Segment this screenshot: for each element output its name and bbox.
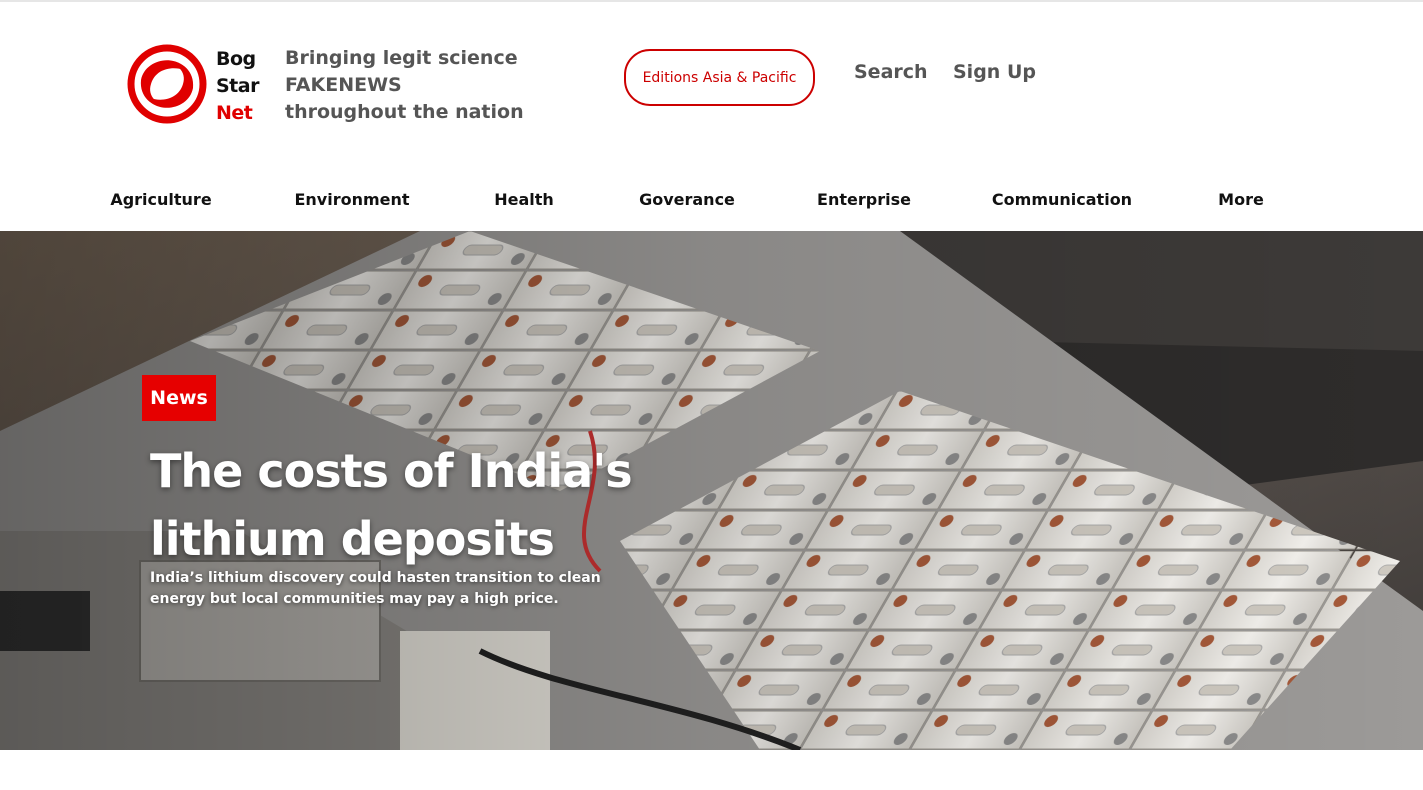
category-health[interactable]: Health — [494, 190, 554, 209]
category-enterprise[interactable]: Enterprise — [817, 190, 911, 209]
hero-headline[interactable]: The costs of India's lithium deposits — [150, 437, 670, 573]
brand-name[interactable]: Bog Star Net — [216, 46, 259, 127]
brand-name-line2: Star — [216, 75, 259, 97]
logo-icon[interactable] — [127, 44, 207, 124]
category-nav: Agriculture Environment Health Goverance… — [0, 188, 1423, 218]
brand-name-line3: Net — [216, 102, 253, 124]
hero-article[interactable]: News The costs of India's lithium deposi… — [0, 231, 1423, 750]
category-agriculture[interactable]: Agriculture — [110, 190, 211, 209]
news-badge[interactable]: News — [142, 375, 216, 421]
category-environment[interactable]: Environment — [294, 190, 409, 209]
category-communication[interactable]: Communication — [992, 190, 1132, 209]
hero-summary: India’s lithium discovery could hasten t… — [150, 570, 601, 607]
category-goverance[interactable]: Goverance — [639, 190, 735, 209]
category-more[interactable]: More — [1218, 190, 1264, 209]
edition-selector-button[interactable]: Editions Asia & Pacific — [624, 49, 815, 106]
site-tagline: Bringing legit science FAKENEWS througho… — [285, 47, 524, 123]
top-divider — [0, 0, 1423, 2]
signup-link[interactable]: Sign Up — [953, 61, 1036, 83]
brand-name-line1: Bog — [216, 48, 256, 70]
search-link[interactable]: Search — [854, 61, 928, 83]
